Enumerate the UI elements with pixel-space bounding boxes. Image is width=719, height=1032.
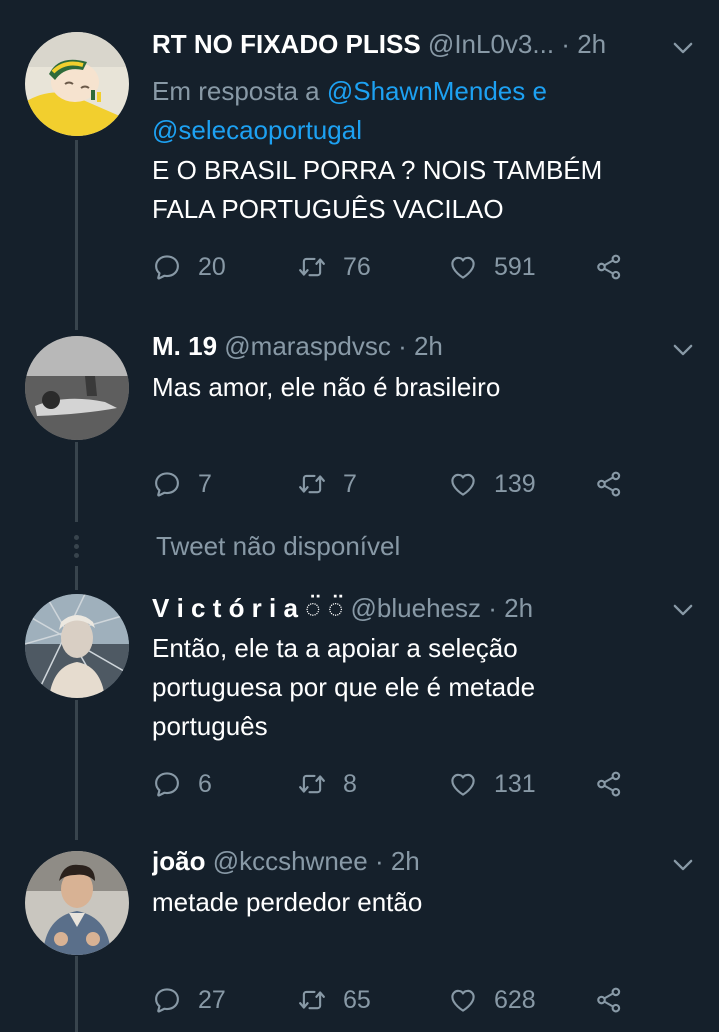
like-count: 591 (494, 252, 536, 281)
avatar[interactable] (25, 851, 129, 955)
like-button[interactable]: 628 (448, 983, 536, 1017)
reply-prefix: Em resposta a (152, 76, 327, 106)
reply-icon (152, 252, 182, 282)
retweet-count: 65 (343, 985, 371, 1014)
tweet-header: RT NO FIXADO PLISS @InL0v3... · 2h (152, 27, 629, 61)
like-button[interactable]: 139 (448, 467, 536, 501)
thread-gap-dots (74, 535, 79, 562)
user-handle[interactable]: @maraspdvsc (224, 331, 391, 361)
retweet-icon (297, 985, 327, 1015)
avatar[interactable] (25, 594, 129, 698)
conversation-thread: RT NO FIXADO PLISS @InL0v3... · 2h Em re… (0, 0, 719, 1032)
tweet-menu-button[interactable] (669, 34, 697, 62)
like-count: 628 (494, 985, 536, 1014)
like-button[interactable]: 131 (448, 767, 536, 801)
user-handle[interactable]: @bluehesz (351, 593, 481, 623)
tweet-header: joão @kccshwnee · 2h (152, 844, 629, 878)
tweet-2[interactable]: M. 19 @maraspdvsc · 2h Mas amor, ele não… (0, 320, 719, 520)
reply-count: 20 (198, 252, 226, 281)
tweet-text: metade perdedor então (152, 887, 423, 917)
timestamp[interactable]: 2h (391, 846, 420, 876)
reply-count: 7 (198, 469, 212, 498)
reply-count: 6 (198, 769, 212, 798)
retweet-icon (297, 252, 327, 282)
display-name[interactable]: V i c t ó r i a ◌̈ ◌̈ (152, 593, 343, 623)
user-handle[interactable]: @kccshwnee (213, 846, 368, 876)
heart-icon (448, 252, 478, 282)
separator-dot: · (561, 29, 570, 59)
share-icon (594, 769, 624, 799)
tweet-actions: 20 76 591 (152, 250, 652, 284)
tweet-menu-button[interactable] (669, 851, 697, 879)
like-button[interactable]: 591 (448, 250, 536, 284)
retweet-count: 7 (343, 469, 357, 498)
share-icon (594, 985, 624, 1015)
chevron-down-icon (669, 34, 697, 62)
display-name[interactable]: RT NO FIXADO PLISS (152, 29, 421, 59)
timestamp[interactable]: 2h (414, 331, 443, 361)
timestamp[interactable]: 2h (577, 29, 606, 59)
tweet-menu-button[interactable] (669, 336, 697, 364)
tweet-1[interactable]: RT NO FIXADO PLISS @InL0v3... · 2h Em re… (0, 0, 719, 300)
heart-icon (448, 769, 478, 799)
avatar[interactable] (25, 32, 129, 136)
tweet-text: Então, ele ta a apoiar a seleção portugu… (152, 633, 536, 741)
timestamp[interactable]: 2h (504, 593, 533, 623)
share-button[interactable] (594, 983, 624, 1017)
display-name[interactable]: M. 19 (152, 331, 217, 361)
reply-icon (152, 769, 182, 799)
retweet-button[interactable]: 65 (297, 983, 371, 1017)
tweet-menu-button[interactable] (669, 596, 697, 624)
unavailable-tweet-notice: Tweet não disponível (156, 531, 401, 561)
reply-button[interactable]: 20 (152, 250, 226, 284)
chevron-down-icon (669, 596, 697, 624)
tweet-actions: 7 7 139 (152, 467, 652, 501)
mention-join: e (525, 76, 547, 106)
retweet-button[interactable]: 7 (297, 467, 357, 501)
reply-icon (152, 985, 182, 1015)
retweet-button[interactable]: 8 (297, 767, 357, 801)
separator-dot: · (374, 846, 384, 876)
chevron-down-icon (669, 336, 697, 364)
reply-count: 27 (198, 985, 226, 1014)
reply-button[interactable]: 6 (152, 767, 212, 801)
share-icon (594, 469, 624, 499)
tweet-text: E O BRASIL PORRA ? NOIS TAMBÉM FALA PORT… (152, 155, 603, 224)
reply-icon (152, 469, 182, 499)
share-button[interactable] (594, 767, 624, 801)
retweet-button[interactable]: 76 (297, 250, 371, 284)
like-count: 139 (494, 469, 536, 498)
tweet-actions: 27 65 628 (152, 983, 652, 1017)
share-button[interactable] (594, 250, 624, 284)
display-name[interactable]: joão (152, 846, 205, 876)
tweet-header: M. 19 @maraspdvsc · 2h (152, 329, 629, 363)
retweet-icon (297, 469, 327, 499)
heart-icon (448, 469, 478, 499)
retweet-count: 8 (343, 769, 357, 798)
share-button[interactable] (594, 467, 624, 501)
chevron-down-icon (669, 851, 697, 879)
reply-button[interactable]: 7 (152, 467, 212, 501)
tweet-4[interactable]: joão @kccshwnee · 2h metade perdedor ent… (0, 835, 719, 1032)
retweet-icon (297, 769, 327, 799)
share-icon (594, 252, 624, 282)
separator-dot: · (398, 331, 407, 361)
retweet-count: 76 (343, 252, 371, 281)
reply-context: Em resposta a @ShawnMendes e @selecaopor… (152, 72, 632, 150)
separator-dot: · (488, 593, 497, 623)
heart-icon (448, 985, 478, 1015)
reply-button[interactable]: 27 (152, 983, 226, 1017)
tweet-actions: 6 8 131 (152, 767, 652, 801)
tweet-3[interactable]: V i c t ó r i a ◌̈ ◌̈ @bluehesz · 2h Ent… (0, 580, 719, 830)
mention-link[interactable]: @selecaoportugal (152, 115, 362, 145)
user-handle[interactable]: @InL0v3... (428, 29, 554, 59)
avatar[interactable] (25, 336, 129, 440)
like-count: 131 (494, 769, 536, 798)
mention-link[interactable]: @ShawnMendes (327, 76, 525, 106)
tweet-header: V i c t ó r i a ◌̈ ◌̈ @bluehesz · 2h (152, 591, 629, 625)
tweet-text: Mas amor, ele não é brasileiro (152, 372, 501, 402)
